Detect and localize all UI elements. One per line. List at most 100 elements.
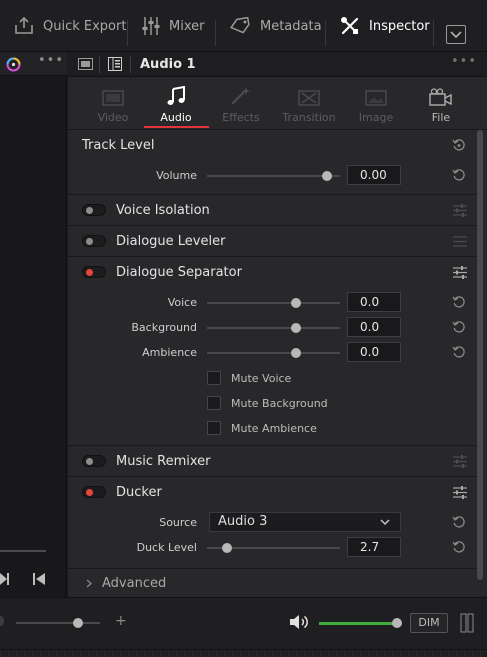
video-clip-icon[interactable] [78, 58, 93, 70]
ducker-title: Ducker [116, 485, 162, 500]
sliders-icon[interactable] [453, 455, 467, 468]
mixer-button[interactable]: Mixer [142, 0, 204, 52]
reset-icon[interactable] [452, 345, 466, 359]
mute-background-checkbox[interactable] [207, 396, 221, 410]
mute-ambience-checkbox[interactable] [207, 421, 221, 435]
metadata-button[interactable]: Metadata [229, 0, 322, 52]
volume-slider-track[interactable] [207, 175, 340, 177]
zoom-in-button[interactable]: + [115, 613, 127, 629]
more-options-icon[interactable]: ••• [451, 54, 477, 69]
tab-transition-label: Transition [282, 111, 336, 124]
transition-icon [298, 90, 320, 106]
clip-title: Audio 1 [140, 57, 196, 72]
reset-icon[interactable] [452, 168, 466, 182]
music-remixer-toggle[interactable] [82, 455, 106, 467]
source-select-value: Audio 3 [218, 514, 268, 529]
tab-image-label: Image [358, 111, 394, 124]
skip-back-icon[interactable] [33, 572, 46, 586]
reset-icon[interactable] [452, 320, 466, 334]
tab-file-label: File [431, 111, 451, 124]
speaker-volume-icon[interactable] [289, 614, 309, 630]
track-level-section: Track Level Volume 0.00 [68, 130, 477, 195]
mute-ambience-label: Mute Ambience [231, 422, 317, 435]
inspector-label: Inspector [369, 18, 430, 34]
quick-export-button[interactable]: Quick Export [14, 0, 126, 52]
dialogue-leveler-toggle[interactable] [82, 235, 106, 247]
ambience-slider-knob[interactable] [291, 348, 301, 358]
dialogue-leveler-title: Dialogue Leveler [116, 234, 226, 249]
export-icon [15, 17, 33, 34]
tab-video[interactable]: Video [81, 78, 145, 130]
background-slider-knob[interactable] [291, 323, 301, 333]
background-label: Background [131, 321, 197, 334]
split-view-icon[interactable] [108, 57, 122, 71]
scrollbar-thumb[interactable] [477, 130, 483, 580]
ambience-field[interactable]: 0.0 [347, 342, 401, 362]
toolbar-divider [127, 20, 128, 46]
tab-effects[interactable]: Effects [209, 78, 273, 130]
inspector-scrollbar[interactable] [477, 130, 483, 590]
tab-video-label: Video [97, 111, 129, 124]
mixer-icon [142, 17, 160, 35]
play-icon[interactable] [0, 572, 10, 586]
metadata-tag-icon [229, 17, 250, 34]
reset-icon[interactable] [452, 540, 466, 554]
advanced-title: Advanced [102, 576, 167, 591]
reset-icon[interactable] [452, 295, 466, 309]
tab-audio-label: Audio [160, 111, 192, 124]
background-slider-track[interactable] [207, 327, 340, 329]
source-select[interactable]: Audio 3 [209, 512, 401, 532]
voice-field[interactable]: 0.0 [347, 292, 401, 312]
toolbar-divider [215, 20, 216, 46]
ambience-slider-track[interactable] [207, 352, 340, 354]
keyframe-reset-icon[interactable] [452, 138, 466, 152]
dim-button[interactable]: DIM [410, 613, 448, 633]
color-wheel-icon[interactable] [5, 56, 22, 73]
music-remixer-title: Music Remixer [116, 454, 211, 469]
sliders-icon[interactable] [453, 204, 467, 217]
duck-level-field[interactable]: 2.7 [347, 537, 401, 557]
background-field[interactable]: 0.0 [347, 317, 401, 337]
left-panel-header: ••• [0, 52, 67, 76]
sliders-icon[interactable] [453, 266, 467, 279]
meter-icon[interactable] [460, 613, 474, 633]
tab-file[interactable]: File [409, 78, 473, 130]
volume-field[interactable]: 0.00 [347, 165, 401, 185]
list-icon[interactable] [453, 235, 467, 248]
tab-audio[interactable]: Audio [144, 78, 208, 130]
dialogue-separator-toggle[interactable] [82, 266, 106, 278]
image-icon [365, 90, 387, 106]
master-volume-knob[interactable] [392, 618, 402, 628]
dialogue-separator-title: Dialogue Separator [116, 265, 242, 280]
mute-voice-label: Mute Voice [231, 372, 292, 385]
volume-slider-knob[interactable] [322, 171, 332, 181]
chevron-down-icon [380, 519, 390, 526]
mute-voice-checkbox[interactable] [207, 371, 221, 385]
voice-isolation-toggle[interactable] [82, 204, 106, 216]
tab-image[interactable]: Image [344, 78, 408, 130]
volume-label: Volume [156, 169, 197, 182]
duck-level-slider-knob[interactable] [222, 543, 232, 553]
zoom-slider-knob[interactable] [73, 618, 83, 628]
inspector-tabs: Video Audio Effects Transition Image Fil… [68, 78, 487, 130]
more-options-icon[interactable]: ••• [38, 53, 64, 68]
collapse-panel-button[interactable] [446, 25, 466, 44]
chevron-down-icon [450, 30, 462, 38]
voice-isolation-section: Voice Isolation [68, 195, 477, 226]
zoom-slider-track[interactable] [16, 622, 100, 624]
timeline-ruler [0, 649, 487, 657]
zoom-out-icon[interactable] [0, 616, 4, 626]
sliders-icon[interactable] [453, 486, 467, 499]
tab-transition[interactable]: Transition [277, 78, 341, 130]
inspector-button[interactable]: Inspector [340, 0, 430, 52]
reset-icon[interactable] [452, 515, 466, 529]
timeline-track-line [0, 550, 46, 552]
advanced-section[interactable]: Advanced [68, 569, 477, 597]
toolbar-divider [325, 20, 326, 46]
voice-slider-track[interactable] [207, 302, 340, 304]
left-panel: ••• [0, 52, 67, 597]
voice-slider-knob[interactable] [291, 298, 301, 308]
music-note-icon [167, 86, 185, 105]
ducker-toggle[interactable] [82, 486, 106, 498]
quick-export-label: Quick Export [43, 18, 127, 34]
